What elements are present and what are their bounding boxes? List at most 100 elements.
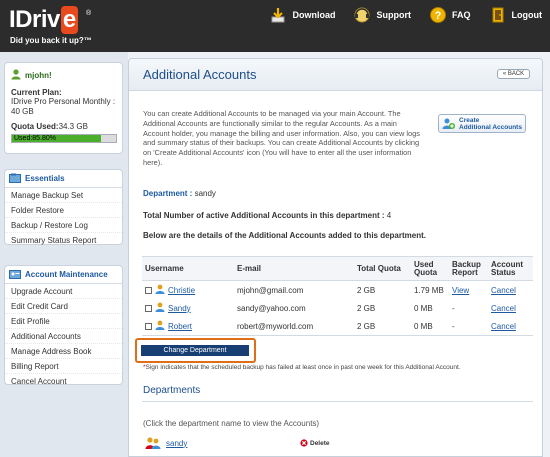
table-row: Robert robert@myworld.com 2 GB 0 MB - Ca… — [142, 317, 533, 335]
delete-department-button[interactable]: Delete — [300, 439, 330, 447]
svg-text:?: ? — [435, 10, 442, 22]
email-cell: robert@myworld.com — [237, 321, 314, 331]
username-link[interactable]: Christie — [168, 286, 195, 295]
user-name: mjohn! — [25, 71, 52, 80]
cancel-account-link[interactable]: Cancel — [491, 322, 516, 331]
used-quota-cell: 0 MB — [414, 303, 433, 313]
menu-cancel-account[interactable]: Cancel Account — [5, 374, 122, 389]
account-maintenance-panel: Account Maintenance Upgrade Account Edit… — [4, 265, 123, 389]
row-checkbox[interactable] — [145, 304, 152, 312]
sign-note: *Sign indicates that the scheduled backu… — [143, 364, 461, 371]
menu-summary-status-report[interactable]: Summary Status Report — [5, 233, 122, 248]
account-maintenance-icon — [9, 269, 21, 281]
plan-value: IDrive Pro Personal Monthly : 40 GB — [11, 97, 116, 116]
user-icon — [155, 302, 165, 314]
page-title: Additional Accounts — [143, 67, 257, 82]
user-icon — [155, 284, 165, 296]
accounts-table: Username E-mail Total Quota Used Quota B… — [142, 256, 533, 336]
user-name-row: mjohn! — [11, 69, 116, 82]
departments-title: Departments — [143, 385, 201, 396]
plan-label: Current Plan: — [11, 88, 62, 97]
username-link[interactable]: Sandy — [168, 304, 191, 313]
create-button-label: Create Additional Accounts — [459, 116, 522, 131]
menu-additional-accounts[interactable]: Additional Accounts — [5, 329, 122, 344]
change-department-button[interactable]: Change Department — [141, 345, 249, 356]
logo[interactable]: IDriv e ® Did you back it up?™ — [0, 0, 105, 52]
menu-upgrade-account[interactable]: Upgrade Account — [5, 284, 122, 299]
total-accounts-value: 4 — [386, 211, 392, 220]
backup-report-cell: - — [452, 303, 455, 313]
col-used-quota: Used Quota — [414, 259, 438, 277]
col-total-quota: Total Quota — [357, 263, 401, 273]
intro-text: You can create Additional Accounts to be… — [143, 109, 420, 167]
page-header: Additional Accounts « BACK — [129, 59, 542, 91]
essentials-header: Essentials — [5, 170, 122, 188]
top-nav: Download Support ? FAQ Logout — [269, 5, 542, 25]
menu-backup-restore-log[interactable]: Backup / Restore Log — [5, 218, 122, 233]
row-checkbox[interactable] — [145, 322, 152, 330]
cancel-account-link[interactable]: Cancel — [491, 286, 516, 295]
quota-used: Quota Used:34.3 GB — [11, 122, 88, 131]
logo-registered-mark: ® — [86, 10, 92, 17]
support-icon — [353, 6, 371, 24]
logo-text: IDriv e — [9, 6, 78, 34]
departments-divider — [142, 401, 533, 402]
table-row: Sandy sandy@yahoo.com 2 GB 0 MB - Cancel — [142, 299, 533, 317]
view-report-link[interactable]: View — [452, 286, 469, 295]
top-bar: IDriv e ® Did you back it up?™ Download S… — [0, 0, 550, 52]
faq-link[interactable]: ? FAQ — [429, 6, 471, 24]
total-accounts-line: Total Number of active Additional Accoun… — [143, 211, 392, 220]
used-quota-cell: 1.79 MB — [414, 285, 444, 295]
details-caption: Below are the details of the Additional … — [143, 231, 426, 240]
faq-icon: ? — [429, 6, 447, 24]
back-button[interactable]: « BACK — [497, 69, 530, 79]
col-email: E-mail — [237, 263, 262, 273]
backup-report-cell: - — [452, 321, 455, 331]
col-backup-report: Backup Report — [452, 259, 481, 277]
add-users-icon — [442, 117, 456, 130]
menu-folder-restore[interactable]: Folder Restore — [5, 203, 122, 218]
menu-edit-credit-card[interactable]: Edit Credit Card — [5, 299, 122, 314]
download-link[interactable]: Download — [269, 6, 335, 24]
table-header: Username E-mail Total Quota Used Quota B… — [142, 257, 533, 281]
tagline: Did you back it up?™ — [10, 36, 92, 45]
department-name-link[interactable]: sandy — [166, 439, 187, 448]
table-row: Christie mjohn@gmail.com 2 GB 1.79 MB Vi… — [142, 281, 533, 299]
main-content: Additional Accounts « BACK You can creat… — [128, 58, 543, 457]
logout-icon — [489, 6, 507, 24]
email-cell: sandy@yahoo.com — [237, 303, 306, 313]
username-link[interactable]: Robert — [168, 322, 192, 331]
department-line: Department : sandy — [143, 189, 216, 198]
menu-billing-report[interactable]: Billing Report — [5, 359, 122, 374]
total-quota-cell: 2 GB — [357, 303, 376, 313]
total-quota-cell: 2 GB — [357, 285, 376, 295]
change-department-highlight: Change Department — [135, 338, 256, 363]
row-checkbox[interactable] — [145, 286, 152, 294]
menu-manage-address-book[interactable]: Manage Address Book — [5, 344, 122, 359]
sidebar: mjohn! Current Plan: IDrive Pro Personal… — [0, 52, 128, 457]
delete-icon — [300, 439, 308, 447]
menu-edit-profile[interactable]: Edit Profile — [5, 314, 122, 329]
user-icon — [11, 69, 21, 82]
col-username: Username — [145, 263, 184, 273]
essentials-panel: Essentials Manage Backup Set Folder Rest… — [4, 169, 123, 248]
essentials-icon — [9, 173, 21, 185]
logout-link[interactable]: Logout — [489, 6, 542, 24]
department-row: sandy Delete — [145, 436, 345, 450]
usage-text: Used:85.80% — [14, 135, 57, 142]
email-cell: mjohn@gmail.com — [237, 285, 304, 295]
department-value: sandy — [194, 189, 216, 198]
account-maintenance-header: Account Maintenance — [5, 266, 122, 284]
usage-bar: Used:85.80% — [11, 134, 117, 143]
cancel-account-link[interactable]: Cancel — [491, 304, 516, 313]
departments-help: (Click the department name to view the A… — [143, 419, 320, 428]
menu-manage-backup-set[interactable]: Manage Backup Set — [5, 188, 122, 203]
download-icon — [269, 6, 287, 24]
total-quota-cell: 2 GB — [357, 321, 376, 331]
support-link[interactable]: Support — [353, 6, 411, 24]
used-quota-cell: 0 MB — [414, 321, 433, 331]
col-account-status: Account Status — [491, 259, 523, 277]
create-additional-accounts-button[interactable]: Create Additional Accounts — [438, 114, 526, 133]
user-panel: mjohn! Current Plan: IDrive Pro Personal… — [4, 62, 123, 154]
department-icon — [145, 436, 161, 451]
